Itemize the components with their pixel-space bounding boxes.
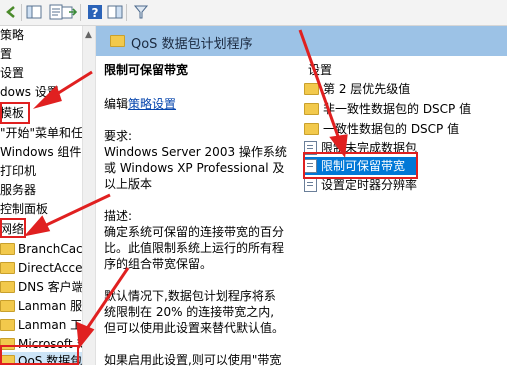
- folder-icon: [304, 102, 319, 115]
- tree-item[interactable]: 置: [0, 45, 12, 64]
- extended-description-pane: 限制可保留带宽 编辑策略设置 要求: Windows Server 2003 操…: [96, 56, 300, 367]
- annotation-box-qos: [0, 345, 79, 365]
- folder-icon: [304, 122, 319, 135]
- scroll-up-arrow-icon[interactable]: ▲: [85, 30, 92, 40]
- folder-icon: [0, 242, 15, 255]
- tree-item[interactable]: "开始"菜单和任务: [0, 124, 82, 143]
- filter-icon[interactable]: [132, 3, 150, 21]
- requirements-text: 以上版本: [104, 177, 153, 191]
- description-text: 比。此值限制系统上运行的所有程: [104, 241, 285, 255]
- toolbar-separator: [21, 4, 22, 21]
- requirements-label: 要求:: [104, 129, 133, 143]
- tree-item[interactable]: Lanman 工作: [0, 316, 82, 335]
- default-text: 但可以使用此设置来替代默认值。: [104, 321, 285, 335]
- default-text: 统限制在 20% 的连接带宽之内,: [104, 305, 275, 319]
- tree-item[interactable]: DirectAcces: [0, 259, 82, 278]
- default-text: 默认情况下,数据包计划程序将系: [104, 289, 276, 303]
- svg-text:?: ?: [92, 6, 99, 20]
- toolbar-separator: [126, 4, 127, 21]
- folder-icon: [0, 299, 15, 312]
- tree-item[interactable]: dows 设置: [0, 83, 59, 102]
- list-item[interactable]: 非一致性数据包的 DSCP 值: [304, 100, 471, 118]
- details-header: QoS 数据包计划程序: [96, 26, 507, 56]
- tree-item[interactable]: 打印机: [0, 162, 36, 181]
- setting-title: 限制可保留带宽: [104, 63, 189, 77]
- edit-prefix: 编辑: [104, 97, 129, 111]
- description-text: 序的组合带宽保留。: [104, 257, 213, 271]
- annotation-box-admin-templates: [0, 102, 30, 124]
- annotation-box-network: [0, 218, 26, 238]
- annotation-box-limit-bandwidth: [303, 152, 418, 179]
- list-item[interactable]: 一致性数据包的 DSCP 值: [304, 120, 459, 138]
- back-icon[interactable]: [2, 3, 20, 21]
- column-header-setting[interactable]: 设置: [308, 61, 332, 78]
- policy-setting-icon: [304, 177, 317, 192]
- enable-text: 如果启用此设置,则可以使用"带宽: [104, 353, 282, 367]
- requirements-text: Windows Server 2003 操作系统: [104, 145, 287, 159]
- tree-item[interactable]: BranchCach: [0, 240, 82, 259]
- export-list-icon[interactable]: [60, 3, 78, 21]
- tree-item[interactable]: Windows 组件: [0, 143, 81, 162]
- tree-item[interactable]: 设置: [0, 64, 24, 83]
- show-hide-tree-icon[interactable]: [25, 3, 43, 21]
- toolbar-separator: [80, 4, 81, 21]
- tree-item[interactable]: Lanman 服务: [0, 297, 82, 316]
- tree-item[interactable]: 策略: [0, 26, 24, 45]
- console-tree: 策略 置 设置 dows 设置 模板 "开始"菜单和任务 Windows 组件 …: [0, 26, 82, 365]
- folder-icon: [110, 35, 125, 47]
- tree-item[interactable]: 控制面板: [0, 200, 48, 219]
- settings-list: 设置 第 2 层优先级值 非一致性数据包的 DSCP 值 一致性数据包的 DSC…: [300, 56, 507, 365]
- vertical-scrollbar[interactable]: [82, 26, 96, 365]
- tree-item[interactable]: 服务器: [0, 181, 36, 200]
- description-text: 确定系统可保留的连接带宽的百分: [104, 225, 285, 239]
- list-item[interactable]: 第 2 层优先级值: [304, 80, 410, 98]
- help-icon[interactable]: ?: [86, 3, 104, 21]
- folder-icon: [0, 318, 15, 331]
- requirements-text: 或 Windows XP Professional 及: [104, 161, 285, 175]
- show-hide-action-pane-icon[interactable]: [106, 3, 124, 21]
- edit-policy-line: 编辑策略设置: [104, 96, 176, 112]
- tree-item[interactable]: DNS 客户端: [0, 278, 82, 297]
- toolbar: ?: [0, 0, 507, 26]
- edit-policy-link[interactable]: 策略设置: [128, 97, 176, 111]
- description-label: 描述:: [104, 209, 133, 223]
- details-header-title: QoS 数据包计划程序: [131, 37, 253, 52]
- folder-icon: [0, 280, 15, 293]
- folder-icon: [304, 82, 319, 95]
- folder-icon: [0, 261, 15, 274]
